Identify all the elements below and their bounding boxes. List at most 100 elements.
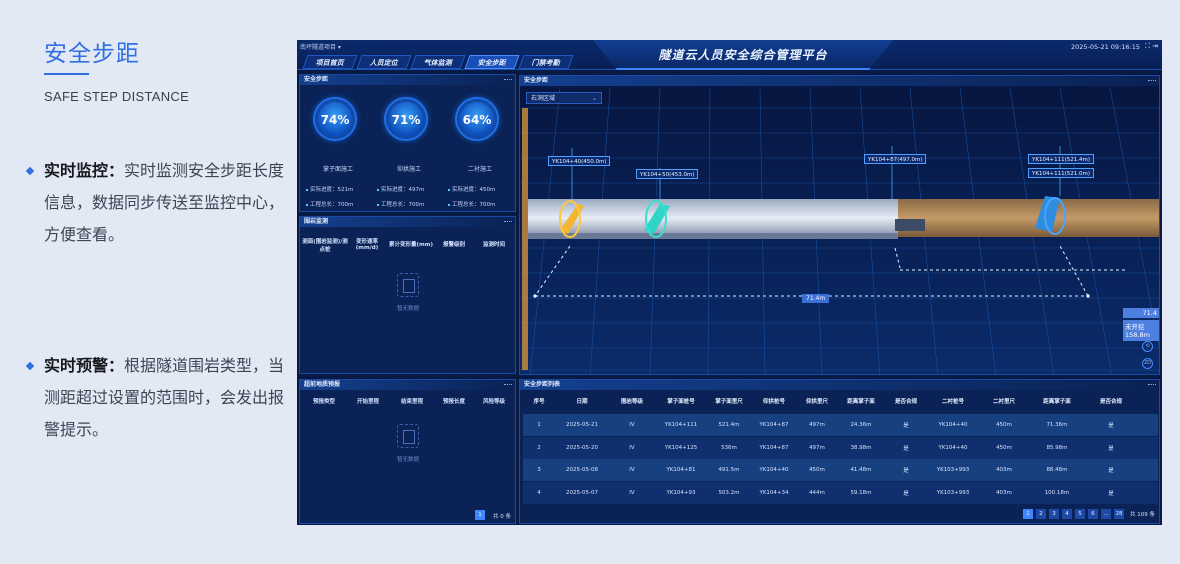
column-header: 测面(围岩监测)/测点桩 bbox=[302, 239, 348, 253]
panel-title: 安全步距列表 bbox=[520, 380, 1159, 390]
table-cell: 24.36m bbox=[850, 422, 872, 428]
empty-text: 暂无数据 bbox=[396, 457, 419, 463]
table-cell: 41.48m bbox=[850, 467, 872, 473]
table-row: 4 2025-05-07 IV YK104+93 503.2m YK104+34 444m 5… bbox=[523, 481, 1158, 504]
feature-head: 实时预警： bbox=[44, 356, 125, 375]
page-button[interactable]: 1 bbox=[475, 510, 485, 520]
tab-safety-step[interactable]: 安全步距 bbox=[464, 55, 520, 69]
feature-realtime-monitor: 实时监控：实时监测安全步距长度信息，数据同步传送至监控中心，方便查看。 bbox=[25, 155, 296, 251]
gauge-label: 二衬施工 bbox=[467, 166, 492, 173]
dashboard-screenshot: 南坪隧道项目 ▾ 项目首页 人员定位 气体监测 安全步距 门禁考勤 隧道云人员安… bbox=[297, 40, 1162, 525]
page-button[interactable]: 4 bbox=[1062, 509, 1072, 519]
logout-icon[interactable]: ⇥ bbox=[1152, 42, 1158, 50]
fullscreen-icon[interactable]: ⛶ bbox=[1145, 42, 1150, 50]
tab-home[interactable]: 项目首页 bbox=[302, 55, 358, 69]
table-cell: IV bbox=[629, 422, 635, 428]
rotate-icon[interactable]: ⟲ bbox=[1142, 341, 1153, 352]
topbar-icons: ⛶ ⇥ bbox=[1145, 42, 1158, 51]
column-header: 预报类型 bbox=[312, 399, 335, 405]
panel-title: 安全步距 bbox=[520, 76, 1159, 86]
table-cell: YK103+993 bbox=[936, 467, 970, 473]
table-cell: 2025-05-20 bbox=[566, 444, 598, 451]
table-cell: 1 bbox=[537, 422, 541, 428]
page-button[interactable]: 6 bbox=[1088, 509, 1098, 519]
column-header: 围岩等级 bbox=[620, 399, 643, 405]
tab-personnel[interactable]: 人员定位 bbox=[356, 55, 412, 69]
table-cell: 403m bbox=[996, 467, 1012, 473]
column-header: 监测时间 bbox=[482, 242, 505, 248]
table-cell: 是 bbox=[903, 468, 909, 474]
table-cell: YK104+125 bbox=[664, 444, 698, 451]
table-cell: 是 bbox=[1108, 445, 1114, 452]
column-header: 掌子面里尺 bbox=[715, 399, 743, 405]
tunnel-scene bbox=[520, 88, 1159, 374]
page-button[interactable]: 1 bbox=[1023, 509, 1033, 519]
table-cell: 491.5m bbox=[718, 467, 740, 473]
bullet-icon bbox=[25, 166, 35, 176]
stat-progress: 实际进度：497m bbox=[377, 185, 424, 193]
table-cell: 503.2m bbox=[718, 489, 740, 496]
bullet-icon bbox=[25, 361, 35, 371]
tab-gas[interactable]: 气体监测 bbox=[410, 55, 466, 69]
panel-step-list: 安全步距列表 序号 日期 围岩等级 掌子面桩号 掌子面里尺 仰拱桩号 仰拱里尺 距离掌子面 是否… bbox=[519, 379, 1160, 524]
station-tag: YK104+50(453.0m) bbox=[636, 169, 699, 179]
page-button[interactable]: 28 bbox=[1114, 509, 1124, 519]
table-cell: 59.18m bbox=[850, 489, 872, 496]
feature-realtime-alarm: 实时预警：根据隧道围岩类型，当测距超过设置的范围时，会发出报警提示。 bbox=[25, 350, 296, 446]
table-cell: 38.98m bbox=[850, 444, 872, 451]
column-header: 距离掌子面 bbox=[847, 399, 875, 405]
table-row: 3 2025-05-08 IV YK104+81 491.5m YK104+40 450m 4… bbox=[523, 459, 1158, 481]
table-cell: 403m bbox=[996, 489, 1012, 496]
station-tag: YK104+111(521.0m) bbox=[1028, 168, 1094, 178]
table-header-row: 序号 日期 围岩等级 掌子面桩号 掌子面里尺 仰拱桩号 仰拱里尺 距离掌子面 是否合规 二衬桩号 二… bbox=[523, 392, 1158, 410]
table-cell: IV bbox=[629, 444, 635, 451]
table-cell: YK104+34 bbox=[759, 489, 789, 496]
dropdown-value: 右洞区域 bbox=[531, 95, 556, 102]
table-cell: 是 bbox=[903, 490, 909, 497]
stat-progress: 实际进度：450m bbox=[448, 185, 495, 193]
panel-geology-forecast: 超前地质预报 预报类型 开始里程 结束里程 预报长度 风险等级 暂无数据 1 共… bbox=[299, 379, 516, 524]
view-2d-button[interactable]: 2D bbox=[1142, 358, 1153, 369]
table-row: 1 2025-05-21 IV YK104+111 521.4m YK104+87 497m… bbox=[523, 414, 1158, 436]
table-cell: YK103+993 bbox=[936, 489, 970, 496]
table-cell: 71.36m bbox=[1046, 422, 1068, 428]
table-cell: YK104+87 bbox=[759, 444, 789, 451]
table-cell: 2 bbox=[537, 444, 541, 451]
page-button[interactable]: ... bbox=[1101, 509, 1111, 519]
table-cell: 2025-05-08 bbox=[566, 467, 598, 473]
project-selector[interactable]: 南坪隧道项目 ▾ bbox=[300, 42, 341, 51]
column-header: 日期 bbox=[576, 399, 588, 405]
table-cell: 是 bbox=[903, 423, 909, 429]
station-tag: YK104+40(450.0m) bbox=[548, 156, 611, 166]
panel-title: 围岩监测 bbox=[300, 217, 515, 227]
area-dropdown[interactable]: 右洞区域 ⌄ bbox=[526, 92, 602, 104]
column-header: 二衬里尺 bbox=[992, 399, 1015, 405]
distance-label: 71.4m bbox=[802, 294, 830, 303]
column-header: 是否合规 bbox=[894, 399, 917, 405]
page-button[interactable]: 3 bbox=[1049, 509, 1059, 519]
unexcavated-box: 未开挖 158.8m bbox=[1123, 320, 1159, 341]
column-header: 仰拱里尺 bbox=[805, 399, 828, 405]
page-button[interactable]: 2 bbox=[1036, 509, 1046, 519]
unexcavated-length: 158.8m bbox=[1125, 331, 1150, 339]
pagination: 1 2 3 4 5 6... 28 共 109 条 bbox=[1023, 509, 1155, 519]
table-cell: YK104+93 bbox=[666, 489, 696, 496]
table-cell: 100.18m bbox=[1044, 489, 1070, 496]
empty-data-icon bbox=[397, 424, 419, 448]
table-cell: YK104+87 bbox=[759, 422, 789, 428]
table-cell: 450m bbox=[809, 467, 825, 473]
table-cell: 450m bbox=[996, 422, 1012, 428]
feature-head: 实时监控： bbox=[44, 161, 125, 180]
column-header: 是否合规 bbox=[1099, 399, 1122, 405]
table-cell: 是 bbox=[1108, 468, 1114, 474]
chevron-down-icon: ⌄ bbox=[591, 95, 597, 102]
gauge-lining: 64% bbox=[457, 99, 497, 139]
page-button[interactable]: 5 bbox=[1075, 509, 1085, 519]
gauge-value: 71% bbox=[391, 113, 421, 127]
table-cell: IV bbox=[629, 467, 635, 473]
column-header: 距离掌子面 bbox=[1043, 399, 1071, 405]
tab-access[interactable]: 门禁考勤 bbox=[518, 55, 574, 69]
table-cell: YK104+111 bbox=[664, 422, 698, 428]
column-header: 二衬桩号 bbox=[941, 399, 964, 405]
title-underline bbox=[44, 73, 89, 75]
